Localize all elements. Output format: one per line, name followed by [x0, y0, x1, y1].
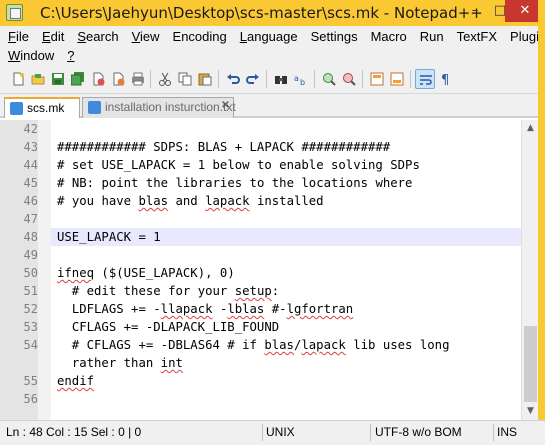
- line-number: 44: [23, 158, 38, 172]
- code-line[interactable]: endif: [57, 372, 94, 390]
- line-number: 42: [23, 122, 38, 136]
- line-number: 46: [23, 194, 38, 208]
- code-line[interactable]: LDFLAGS += -llapack -lblas #-lgfortran: [57, 300, 353, 318]
- svg-text:b: b: [300, 78, 305, 86]
- tab-label: scs.mk: [27, 101, 65, 115]
- title-bar: C:\Users\Jaehyun\Desktop\scs-master\scs.…: [0, 0, 545, 26]
- tab-label: installation insturction.txt: [105, 100, 236, 114]
- line-number: 55: [23, 374, 38, 388]
- code-line[interactable]: CFLAGS += -DLAPACK_LIB_FOUND: [57, 318, 279, 336]
- zoom-out-icon[interactable]: [339, 69, 359, 89]
- sync-vertical-icon[interactable]: [367, 69, 387, 89]
- tab-scs-mk[interactable]: scs.mk: [4, 97, 80, 118]
- window-title: C:\Users\Jaehyun\Desktop\scs-master\scs.…: [40, 4, 483, 22]
- code-line[interactable]: # set USE_LAPACK = 1 below to enable sol…: [57, 156, 420, 174]
- fold-margin[interactable]: [38, 120, 51, 420]
- tab-installation-instruction[interactable]: installation insturction.txt ✕: [82, 97, 236, 118]
- svg-text:a: a: [294, 74, 299, 83]
- scroll-down-icon[interactable]: ▼: [522, 403, 539, 420]
- code-line[interactable]: ############ SDPS: BLAS + LAPACK #######…: [57, 138, 390, 156]
- toolbar-separator: [314, 70, 315, 88]
- line-number: 54: [23, 338, 38, 352]
- toolbar-separator: [150, 70, 151, 88]
- menu-view[interactable]: View: [124, 27, 165, 47]
- editor[interactable]: 42 43 ############ SDPS: BLAS + LAPACK ###…: [0, 120, 545, 420]
- menu-textfx[interactable]: TextFX: [449, 27, 502, 47]
- menu-macro[interactable]: Macro: [363, 27, 412, 47]
- new-file-icon[interactable]: [8, 69, 28, 89]
- save-all-icon[interactable]: [68, 69, 88, 89]
- toolbar-separator: [410, 70, 411, 88]
- vertical-scrollbar[interactable]: ▲ ▼: [521, 120, 538, 420]
- copy-icon[interactable]: [175, 69, 195, 89]
- close-all-icon[interactable]: [108, 69, 128, 89]
- toolbar-separator: [266, 70, 267, 88]
- line-number: 56: [23, 392, 38, 406]
- status-divider: [262, 424, 263, 441]
- replace-icon[interactable]: ab: [291, 69, 311, 89]
- insert-mode: INS: [497, 425, 518, 439]
- menu-help[interactable]: ?: [59, 46, 79, 66]
- open-file-icon[interactable]: [28, 69, 48, 89]
- menu-bar: File Edit Search View Encoding Language Settin…: [0, 26, 545, 66]
- word-wrap-icon[interactable]: [415, 69, 435, 89]
- menu-run[interactable]: Run: [412, 27, 449, 47]
- close-icon[interactable]: [88, 69, 108, 89]
- file-saved-icon: [88, 101, 101, 114]
- scrollbar-thumb[interactable]: [524, 326, 537, 402]
- status-divider: [370, 424, 371, 441]
- code-line[interactable]: rather than int: [57, 354, 183, 372]
- status-bar: Ln : 48 Col : 15 Sel : 0 | 0 UNIX UTF-8 …: [0, 420, 545, 445]
- svg-text:¶: ¶: [441, 73, 449, 86]
- line-number: 48: [23, 230, 38, 244]
- menu-window[interactable]: Window: [0, 46, 59, 66]
- scroll-up-icon[interactable]: ▲: [522, 120, 539, 137]
- notepad-plus-plus-icon[interactable]: [6, 4, 23, 21]
- menu-search[interactable]: Search: [69, 27, 123, 47]
- show-all-chars-icon[interactable]: ¶: [436, 69, 456, 89]
- line-number: 52: [23, 302, 38, 316]
- code-line[interactable]: # NB: point the libraries to the locatio…: [57, 174, 412, 192]
- file-saved-icon: [10, 102, 23, 115]
- zoom-in-icon[interactable]: [319, 69, 339, 89]
- code-line[interactable]: # CFLAGS += -DBLAS64 # if blas/lapack li…: [57, 336, 450, 354]
- line-number: 45: [23, 176, 38, 190]
- code-line[interactable]: USE_LAPACK = 1: [57, 228, 161, 246]
- eol-format: UNIX: [266, 425, 295, 439]
- window-frame: [538, 0, 545, 445]
- menu-settings[interactable]: Settings: [303, 27, 363, 47]
- line-number: 51: [23, 284, 38, 298]
- line-number: 50: [23, 266, 38, 280]
- line-number: 43: [23, 140, 38, 154]
- line-number: 49: [23, 248, 38, 262]
- find-icon[interactable]: [271, 69, 291, 89]
- paste-icon[interactable]: [195, 69, 215, 89]
- status-divider: [493, 424, 494, 441]
- tab-close-icon[interactable]: ✕: [220, 100, 231, 111]
- menu-encoding[interactable]: Encoding: [165, 27, 232, 47]
- menu-row-1: File Edit Search View Encoding Language Settin…: [0, 27, 545, 47]
- save-icon[interactable]: [48, 69, 68, 89]
- code-line[interactable]: # edit these for your setup:: [57, 282, 279, 300]
- toolbar: ab ¶: [0, 66, 545, 94]
- menu-edit[interactable]: Edit: [34, 27, 69, 47]
- code-line[interactable]: # you have blas and lapack installed: [57, 192, 324, 210]
- sync-horizontal-icon[interactable]: [387, 69, 407, 89]
- cursor-position: Ln : 48 Col : 15 Sel : 0 | 0: [6, 425, 142, 439]
- undo-icon[interactable]: [223, 69, 243, 89]
- tab-bar: scs.mk installation insturction.txt ✕: [0, 94, 545, 118]
- menu-language[interactable]: Language: [232, 27, 303, 47]
- toolbar-separator: [362, 70, 363, 88]
- code-line[interactable]: ifneq ($(USE_LAPACK), 0): [57, 264, 235, 282]
- toolbar-separator: [218, 70, 219, 88]
- cut-icon[interactable]: [155, 69, 175, 89]
- menu-row-2: Window?: [0, 46, 79, 66]
- line-number: 47: [23, 212, 38, 226]
- encoding: UTF-8 w/o BOM: [375, 425, 462, 439]
- menu-file[interactable]: File: [0, 27, 34, 47]
- redo-icon[interactable]: [243, 69, 263, 89]
- line-number: 53: [23, 320, 38, 334]
- print-icon[interactable]: [128, 69, 148, 89]
